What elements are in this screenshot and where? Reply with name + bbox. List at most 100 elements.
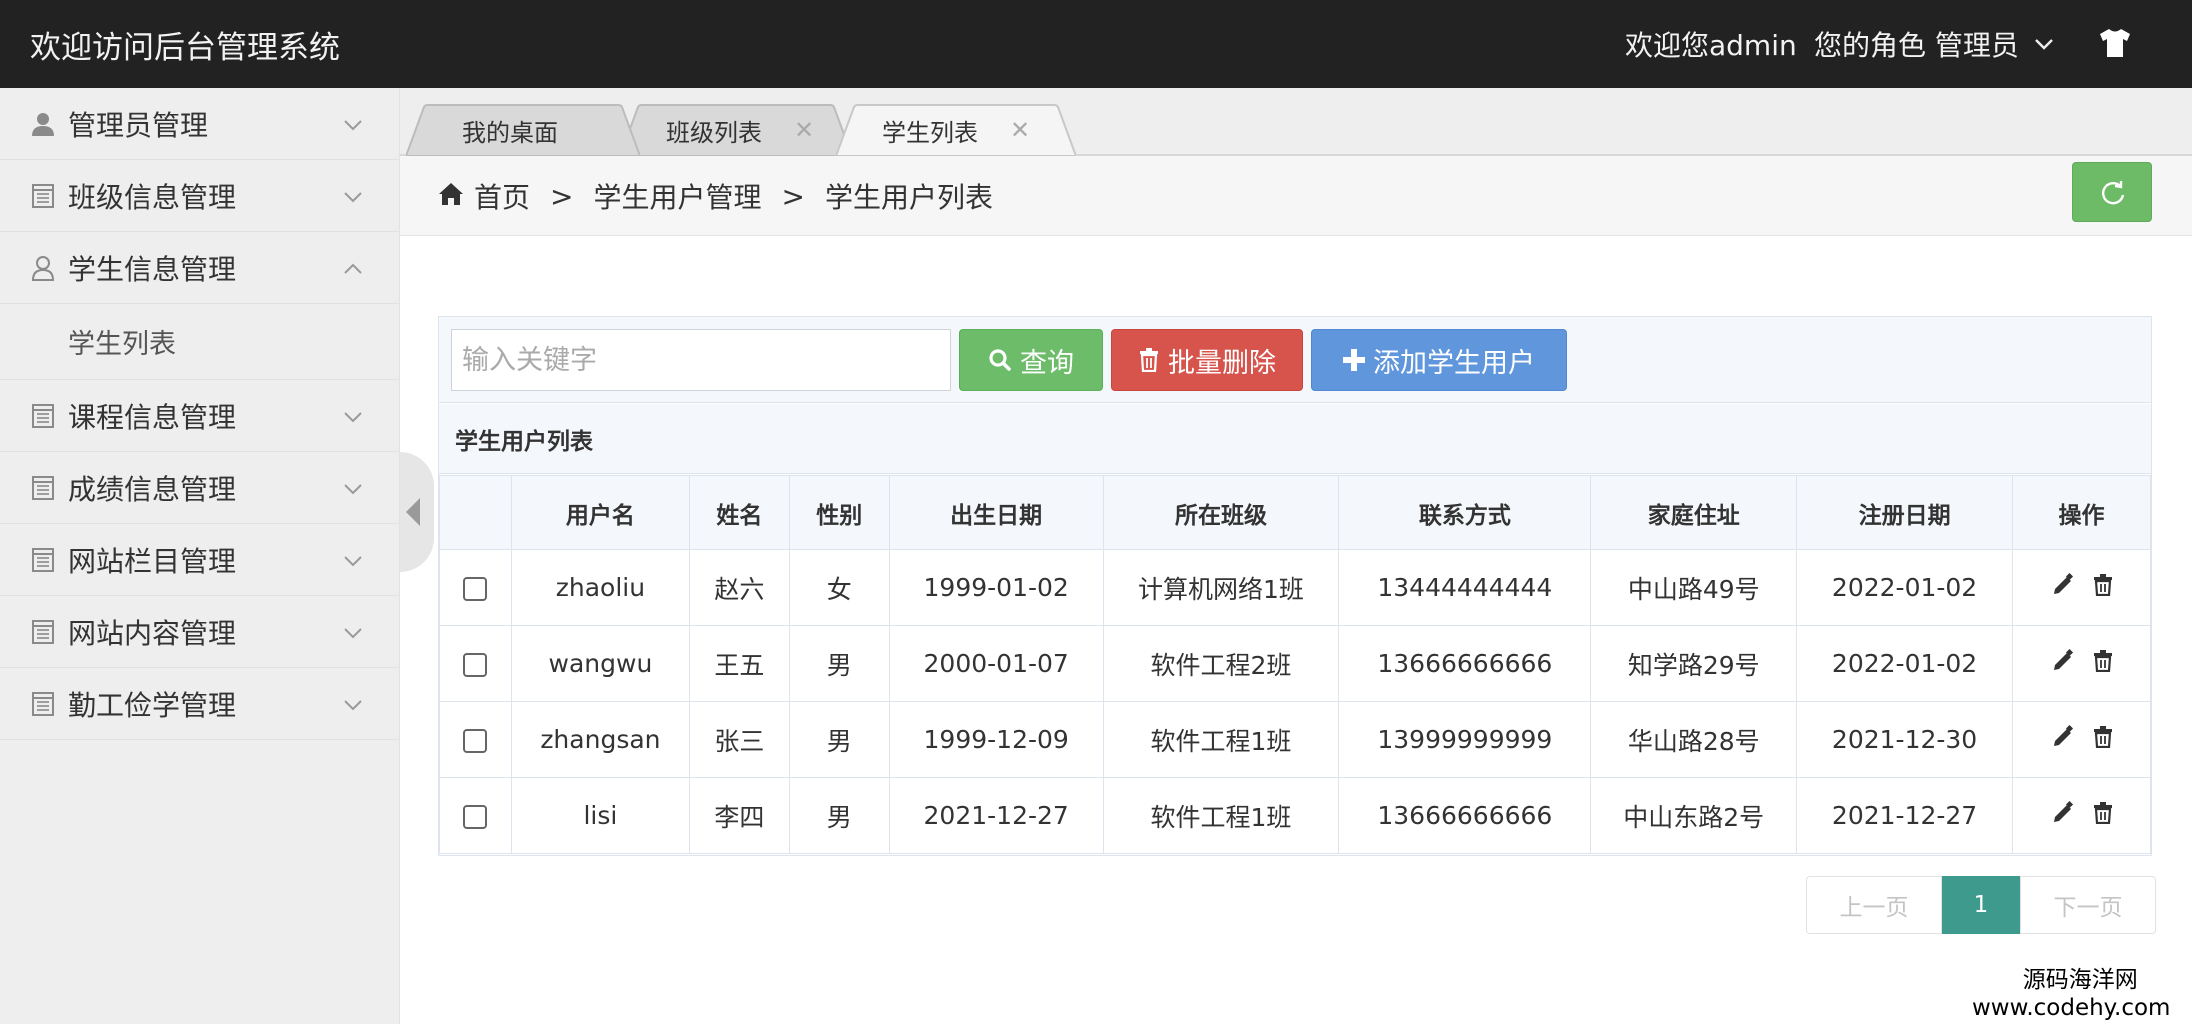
sidebar-subitem-2-0[interactable]: 学生列表 xyxy=(0,304,399,380)
edit-pencil-icon[interactable] xyxy=(2051,572,2075,603)
cell-name: 李四 xyxy=(688,777,790,854)
edit-pencil-icon[interactable] xyxy=(2051,724,2075,755)
row-select-cell xyxy=(439,625,512,702)
tshirt-icon[interactable] xyxy=(2098,28,2132,58)
page-1-button[interactable]: 1 xyxy=(1942,876,2020,934)
cell-gender: 男 xyxy=(788,777,890,854)
column-header-6: 联系方式 xyxy=(1338,475,1592,550)
sidebar-item-label: 网站内容管理 xyxy=(68,616,237,650)
tab-1[interactable]: 班级列表 ✕ xyxy=(620,104,852,156)
cell-class: 计算机网络1班 xyxy=(1102,549,1340,626)
sidebar-item-label: 网站栏目管理 xyxy=(68,544,237,578)
cell-registered: 2021-12-30 xyxy=(1796,701,2013,778)
sidebar-item-2[interactable]: 学生信息管理 xyxy=(0,232,399,304)
row-actions xyxy=(2012,777,2151,854)
cell-address: 华山路28号 xyxy=(1590,701,1798,778)
watermark: 源码海洋网 www.codehy.com xyxy=(1972,966,2170,1022)
delete-trash-icon[interactable] xyxy=(2093,573,2113,602)
tab-2[interactable]: 学生列表 ✕ xyxy=(836,104,1076,156)
cell-birth: 2000-01-07 xyxy=(888,625,1104,702)
prev-page-button[interactable]: 上一页 xyxy=(1806,876,1942,934)
row-checkbox[interactable] xyxy=(463,729,488,753)
content-panel: 查询 批量删除 添加学生用户 学生用户列表 用户名姓名性别出生日期所在班级联系方… xyxy=(438,316,2152,856)
cell-birth: 1999-01-02 xyxy=(888,549,1104,626)
column-header-1: 用户名 xyxy=(510,475,690,550)
query-button[interactable]: 查询 xyxy=(959,329,1103,391)
edit-pencil-icon[interactable] xyxy=(2051,648,2075,679)
document-icon xyxy=(30,691,56,717)
close-icon[interactable]: ✕ xyxy=(1010,116,1030,144)
chevron-down-icon xyxy=(342,622,364,644)
breadcrumb-item-1[interactable]: 学生用户管理 xyxy=(593,176,761,216)
cell-gender: 男 xyxy=(788,701,890,778)
refresh-button[interactable] xyxy=(2072,162,2152,222)
column-header-3: 性别 xyxy=(788,475,890,550)
cell-name: 张三 xyxy=(688,701,790,778)
cell-username: zhangsan xyxy=(510,701,690,778)
plus-icon xyxy=(1343,349,1365,371)
row-actions xyxy=(2012,701,2151,778)
sidebar-item-3[interactable]: 课程信息管理 xyxy=(0,380,399,452)
table-row: wangwu 王五男 2000-01-07 软件工程2班 13666666666 知学路2… xyxy=(439,625,2151,702)
row-checkbox[interactable] xyxy=(463,805,488,829)
home-icon xyxy=(438,180,474,213)
cell-registered: 2022-01-02 xyxy=(1796,625,2013,702)
row-actions xyxy=(2012,625,2151,702)
sidebar-item-7[interactable]: 勤工俭学管理 xyxy=(0,668,399,740)
edit-pencil-icon[interactable] xyxy=(2051,800,2075,831)
student-user-icon xyxy=(30,255,56,281)
cell-address: 知学路29号 xyxy=(1590,625,1798,702)
watermark-line2: www.codehy.com xyxy=(1972,995,2171,1021)
watermark-line1: 源码海洋网 xyxy=(2022,967,2138,993)
sidebar-item-label: 班级信息管理 xyxy=(68,180,237,214)
breadcrumb-item-0[interactable]: 首页 xyxy=(474,176,530,216)
cell-class: 软件工程2班 xyxy=(1102,625,1340,702)
cell-username: wangwu xyxy=(510,625,690,702)
row-select-cell xyxy=(439,777,512,854)
add-student-button[interactable]: 添加学生用户 xyxy=(1311,329,1567,391)
row-select-cell xyxy=(439,701,512,778)
role-dropdown[interactable]: 您的角色 管理员 xyxy=(1814,24,2055,64)
delete-trash-icon[interactable] xyxy=(2093,801,2113,830)
delete-trash-icon[interactable] xyxy=(2093,649,2113,678)
cell-class: 软件工程1班 xyxy=(1102,701,1340,778)
search-input[interactable] xyxy=(451,329,951,391)
row-checkbox[interactable] xyxy=(463,653,488,677)
chevron-down-icon xyxy=(342,478,364,500)
breadcrumb-bar: 首页 > 学生用户管理 > 学生用户列表 xyxy=(400,156,2192,236)
batch-delete-button[interactable]: 批量删除 xyxy=(1111,329,1303,391)
next-page-button[interactable]: 下一页 xyxy=(2020,876,2156,934)
chevron-down-icon xyxy=(2035,39,2053,50)
student-table: 用户名 姓名 性别 出生日期 所在班级 联系方式 家庭住址 注册日期 操作 zhaoliu 赵六女… xyxy=(439,475,2151,854)
breadcrumb-separator: > xyxy=(781,179,805,213)
column-header-8: 注册日期 xyxy=(1796,475,2013,550)
row-actions xyxy=(2012,549,2151,626)
chevron-down-icon xyxy=(342,114,364,136)
table-row: zhangsan 张三男 1999-12-09 软件工程1班 13999999999 华山… xyxy=(439,701,2151,778)
column-header-0 xyxy=(439,475,512,550)
sidebar-item-4[interactable]: 成绩信息管理 xyxy=(0,452,399,524)
delete-trash-icon[interactable] xyxy=(2093,725,2113,754)
column-header-7: 家庭住址 xyxy=(1590,475,1798,550)
document-icon xyxy=(30,475,56,501)
app-title: 欢迎访问后台管理系统 xyxy=(30,30,340,66)
sidebar-item-1[interactable]: 班级信息管理 xyxy=(0,160,399,232)
tab-0[interactable]: 我的桌面 xyxy=(406,104,640,156)
cell-name: 赵六 xyxy=(688,549,790,626)
top-header: 欢迎访问后台管理系统 欢迎您admin 您的角色 管理员 xyxy=(0,0,2192,88)
cell-gender: 男 xyxy=(788,625,890,702)
chevron-down-icon xyxy=(342,406,364,428)
close-icon[interactable]: ✕ xyxy=(794,116,814,144)
cell-registered: 2021-12-27 xyxy=(1796,777,2013,854)
sidebar-item-0[interactable]: 管理员管理 xyxy=(0,88,399,160)
sidebar-item-5[interactable]: 网站栏目管理 xyxy=(0,524,399,596)
cell-phone: 13999999999 xyxy=(1338,701,1592,778)
row-checkbox[interactable] xyxy=(463,577,488,601)
sidebar-item-6[interactable]: 网站内容管理 xyxy=(0,596,399,668)
collapse-arrow-icon xyxy=(406,498,420,526)
cell-address: 中山路49号 xyxy=(1590,549,1798,626)
column-header-2: 姓名 xyxy=(688,475,790,550)
sidebar-collapse-handle[interactable] xyxy=(400,452,434,572)
chevron-down-icon xyxy=(342,694,364,716)
breadcrumb-separator: > xyxy=(550,179,574,213)
